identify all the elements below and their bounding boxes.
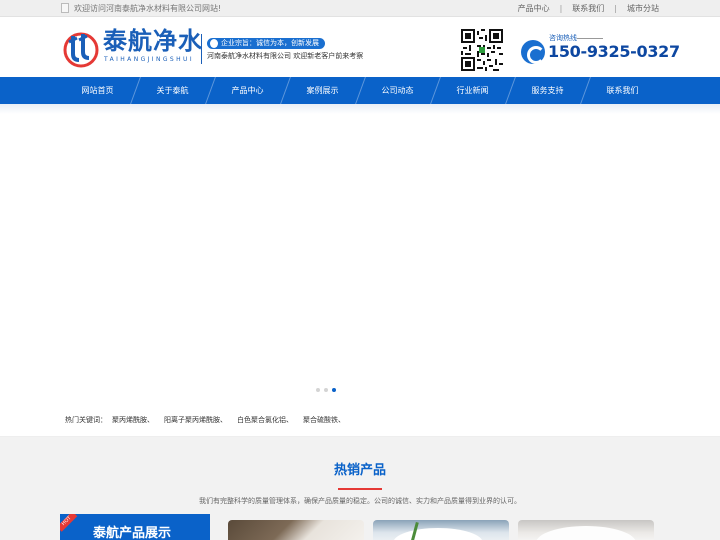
phone-icon	[521, 40, 545, 64]
slider-dot[interactable]	[316, 388, 320, 392]
nav-item-service[interactable]: 服务支持	[510, 77, 585, 104]
keywords-label: 热门关键词：	[65, 416, 107, 424]
hot-corner-badge: HOT	[60, 514, 78, 532]
top-bar: 欢迎访问河南泰航净水材料有限公司网站! 产品中心 | 联系我们 | 城市分站	[0, 0, 720, 17]
brand-logo-icon[interactable]	[61, 28, 101, 68]
hot-products-section: 热销产品 我们有完整科学的质量管理体系，确保产品质量的稳定。公司的诚信、实力和产…	[0, 437, 720, 540]
nav-item-home[interactable]: 网站首页	[60, 77, 135, 104]
nav-item-industry-news[interactable]: 行业新闻	[435, 77, 510, 104]
top-link-separator: |	[559, 4, 563, 13]
top-link-products[interactable]: 产品中心	[518, 2, 550, 15]
hotline-number[interactable]: 150-9325-0327	[548, 42, 680, 62]
main-nav: 网站首页 关于泰航 产品中心 案例展示 公司动态 行业新闻 服务支持 联系我们	[0, 77, 720, 104]
site-header: 泰航净水 TAIHANGJINGSHUI 企业宗旨：诚信为本，创新发展 河南泰航…	[0, 17, 720, 77]
slider-dot[interactable]	[324, 388, 328, 392]
top-links: 产品中心 | 联系我们 | 城市分站	[518, 2, 659, 15]
slogan-badge: 企业宗旨：诚信为本，创新发展	[207, 38, 325, 49]
hotline-rule	[577, 38, 603, 39]
keyword-link[interactable]: 聚丙烯酰胺、	[112, 416, 154, 425]
slogan-text: 企业宗旨：诚信为本，创新发展	[221, 39, 319, 47]
nav-item-cases[interactable]: 案例展示	[285, 77, 360, 104]
lightbulb-icon	[210, 39, 218, 48]
banner-shadow	[0, 104, 720, 114]
keyword-link[interactable]: 白色聚合氯化铝、	[237, 416, 293, 425]
product-image-powder	[536, 526, 636, 540]
qr-code-icon	[461, 29, 503, 71]
brand-pinyin: TAIHANGJINGSHUI	[104, 56, 194, 63]
brand-name: 泰航净水	[103, 27, 203, 55]
showcase-title: 泰航产品展示	[93, 526, 172, 540]
product-showcase-panel[interactable]: HOT 泰航产品展示	[60, 514, 210, 540]
hot-keywords-bar: 热门关键词： 聚丙烯酰胺、 阳离子聚丙烯酰胺、 白色聚合氯化铝、 聚合硫酸铁、	[0, 404, 720, 437]
top-link-city-sites[interactable]: 城市分站	[627, 2, 659, 15]
product-thumbnail[interactable]	[373, 520, 509, 540]
product-image-bowl	[393, 528, 483, 540]
nav-item-company-news[interactable]: 公司动态	[360, 77, 435, 104]
slider-dots	[316, 388, 336, 392]
hero-banner[interactable]	[0, 104, 720, 404]
slider-dot-active[interactable]	[332, 388, 336, 392]
keyword-link[interactable]: 聚合硫酸铁、	[303, 416, 345, 425]
keywords-list: 聚丙烯酰胺、 阳离子聚丙烯酰胺、 白色聚合氯化铝、 聚合硫酸铁、	[112, 416, 345, 425]
main-nav-items: 网站首页 关于泰航 产品中心 案例展示 公司动态 行业新闻 服务支持 联系我们	[60, 77, 660, 104]
section-description: 我们有完整科学的质量管理体系，确保产品质量的稳定。公司的诚信、实力和产品质量得到…	[199, 497, 521, 505]
nav-item-about[interactable]: 关于泰航	[135, 77, 210, 104]
company-tagline: 河南泰航净水材料有限公司 欢迎新老客户前来考察	[207, 52, 364, 60]
product-thumbnail[interactable]	[228, 520, 364, 540]
top-link-contact[interactable]: 联系我们	[572, 2, 604, 15]
welcome-text: 欢迎访问河南泰航净水材料有限公司网站!	[74, 4, 222, 13]
nav-item-products[interactable]: 产品中心	[210, 77, 285, 104]
top-link-separator: |	[614, 4, 617, 13]
section-title-underline	[338, 488, 382, 490]
product-thumbnail[interactable]	[518, 520, 654, 540]
keyword-link[interactable]: 阳离子聚丙烯酰胺、	[164, 416, 227, 425]
section-title: 热销产品	[333, 463, 386, 478]
nav-item-contact[interactable]: 联系我们	[585, 77, 660, 104]
logo-divider	[201, 34, 202, 64]
